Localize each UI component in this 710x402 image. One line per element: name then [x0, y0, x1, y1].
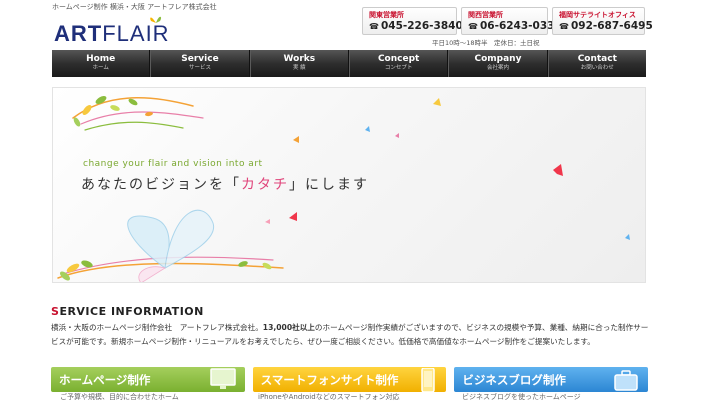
phone-number: 045-226-3840: [380, 20, 463, 32]
phone-box-kansai[interactable]: 関西営業所 ☎ 06-6243-0330: [461, 7, 562, 35]
service-description: ご予算や規模、目的に合わせたホーム: [60, 393, 179, 401]
phone-contacts: 関東営業所 ☎ 045-226-3840 関西営業所 ☎ 06-6243-0330 …: [362, 7, 653, 35]
large-butterfly-illustration: [127, 209, 215, 282]
telephone-icon: ☎: [468, 21, 478, 31]
nav-label-en: Contact: [577, 54, 617, 65]
smartphone-site-button[interactable]: スマートフォンサイト制作: [252, 367, 447, 392]
business-blog-button[interactable]: ビジネスブログ制作: [454, 367, 649, 392]
business-hours: 平日10時〜18時半 定休日：土日祝: [432, 39, 540, 47]
briefcase-icon: [614, 370, 638, 391]
service-text-part: 横浜・大阪のホームページ制作会社 アートフレア株式会社。: [51, 323, 263, 332]
swirl-decoration-top: [72, 96, 204, 131]
nav-label-jp: 会社案内: [486, 65, 509, 72]
hero-title-before: あなたのビジョンを「: [81, 177, 241, 193]
telephone-icon: ☎: [369, 21, 379, 31]
service-text-bold: 13,000社以上: [262, 323, 315, 332]
nav-item-contact[interactable]: Contact お問い合わせ: [547, 50, 646, 77]
nav-item-company[interactable]: Company 会社案内: [448, 50, 548, 77]
telephone-icon: ☎: [559, 21, 569, 31]
heading-rest: ERVICE INFORMATION: [59, 305, 204, 318]
phone-number: 06-6243-0330: [479, 20, 562, 32]
smartphone-icon: [421, 368, 436, 392]
service-info-heading: SERVICE INFORMATION: [51, 305, 204, 318]
hero-banner: change your flair and vision into art あな…: [52, 87, 646, 283]
hero-title: あなたのビジョンを「カタチ」にします: [81, 174, 369, 194]
service-buttons: ホームページ制作 スマートフォンサイト制作 ビジネスブログ制作: [51, 367, 649, 392]
phone-box-kanto[interactable]: 関東営業所 ☎ 045-226-3840: [362, 7, 463, 35]
homepage-production-button[interactable]: ホームページ制作: [51, 367, 245, 392]
monitor-icon: [209, 368, 236, 389]
hero-title-accent: カタチ: [241, 177, 289, 193]
nav-item-service[interactable]: Service サービス: [150, 50, 250, 77]
site-tagline: ホームページ制作 横浜・大阪 アートフレア株式会社: [52, 3, 217, 11]
phone-number: 092-687-6495: [570, 20, 653, 32]
service-button-label: スマートフォンサイト制作: [260, 372, 399, 387]
logo-art-text: ART: [54, 21, 103, 46]
nav-item-concept[interactable]: Concept コンセプト: [348, 50, 449, 77]
service-description: iPhoneやAndroidなどのスマートフォン対応: [258, 393, 400, 401]
main-nav: Home ホーム Service サービス Works 実 績 Concept …: [52, 50, 646, 77]
site-logo[interactable]: ARTFLAIR: [54, 15, 170, 45]
nav-label-en: Home: [86, 54, 116, 65]
service-description: ビジネスブログを使ったホームページ: [462, 393, 581, 401]
nav-item-works[interactable]: Works 実 績: [249, 50, 349, 77]
nav-label-en: Service: [181, 54, 219, 65]
hero-title-after: 」にします: [289, 177, 369, 193]
nav-label-en: Company: [474, 54, 522, 65]
nav-label-jp: 実 績: [292, 65, 306, 72]
phone-label: 関西営業所: [468, 11, 503, 19]
phone-label: 関東営業所: [369, 11, 404, 19]
nav-label-en: Concept: [377, 54, 420, 65]
nav-label-en: Works: [283, 54, 316, 65]
nav-label-jp: コンセプト: [384, 65, 413, 72]
nav-item-home[interactable]: Home ホーム: [52, 50, 151, 77]
phone-box-fukuoka[interactable]: 福岡サテライトオフィス ☎ 092-687-6495: [552, 7, 653, 35]
hero-subtitle: change your flair and vision into art: [83, 159, 263, 169]
nav-label-jp: ホーム: [92, 65, 109, 72]
small-butterflies: [265, 98, 630, 240]
butterfly-logo-icon: [150, 16, 162, 23]
service-info-text: 横浜・大阪のホームページ制作会社 アートフレア株式会社。13,000社以上のホー…: [51, 321, 651, 348]
service-button-label: ビジネスブログ制作: [462, 372, 566, 387]
nav-label-jp: サービス: [188, 65, 211, 72]
nav-label-jp: お問い合わせ: [580, 65, 614, 72]
phone-label: 福岡サテライトオフィス: [559, 11, 636, 19]
service-button-label: ホームページ制作: [59, 372, 151, 387]
